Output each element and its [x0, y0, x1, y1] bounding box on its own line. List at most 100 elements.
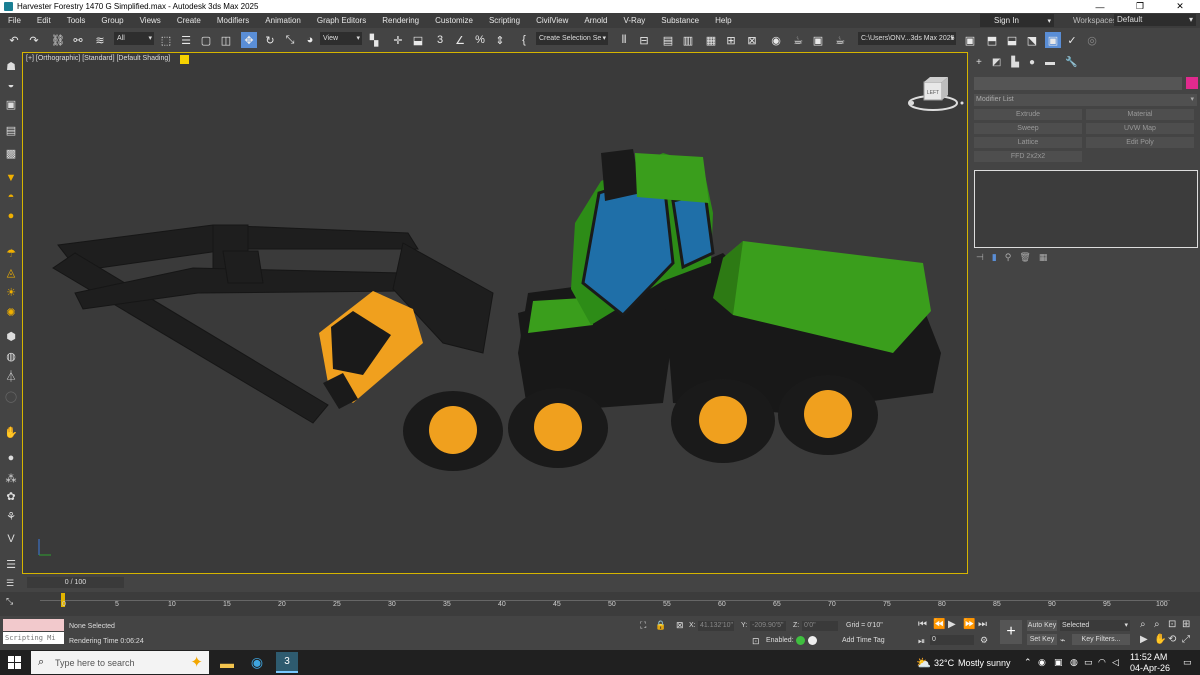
menu-animation[interactable]: Animation [257, 16, 309, 25]
layer-icon[interactable]: ▤ [3, 122, 19, 138]
modifier-extrude-button[interactable]: Extrude [974, 109, 1082, 120]
modifier-ffd-button[interactable]: FFD 2x2x2 [974, 151, 1082, 162]
default-tangents-icon[interactable]: ⌁ [1060, 635, 1065, 646]
field-of-view-icon[interactable]: ▶ [1140, 634, 1148, 645]
modifier-list-dropdown[interactable]: Modifier List [974, 94, 1197, 106]
clock-time[interactable]: 11:52 AM [1130, 652, 1167, 662]
multi-sphere-icon[interactable]: ⁂ [3, 470, 19, 486]
info-icon[interactable] [808, 636, 817, 645]
modifier-stack[interactable] [974, 170, 1198, 248]
percent-snap-icon[interactable]: % [472, 32, 488, 48]
undo-icon[interactable]: ↶ [6, 32, 22, 48]
render-production-icon[interactable]: ☕ [832, 32, 848, 48]
sky-icon[interactable]: ✺ [3, 304, 19, 320]
menu-rendering[interactable]: Rendering [374, 16, 427, 25]
z-coordinate-field[interactable]: 0'0" [802, 621, 838, 631]
current-frame-field[interactable]: 0 [930, 635, 974, 645]
weather-temp[interactable]: 32°C [934, 658, 954, 668]
box-icon[interactable]: ⬢ [3, 328, 19, 344]
sun-icon[interactable]: ☀ [3, 284, 19, 300]
set-keys-button[interactable]: + [1000, 620, 1022, 644]
project-settings-icon[interactable]: ⬓ [1004, 32, 1020, 48]
tree-icon[interactable]: ⏃ [3, 368, 19, 384]
previous-frame-icon[interactable]: ⏪ [933, 619, 945, 630]
y-coordinate-field[interactable]: -209.90'5" [750, 621, 786, 631]
go-to-end-icon[interactable]: ⏭ [978, 619, 987, 630]
unlink-icon[interactable]: ⚯ [70, 32, 86, 48]
timeline-menu-icon[interactable]: ☰ [6, 578, 14, 589]
menu-views[interactable]: Views [132, 16, 169, 25]
lamp-icon[interactable]: ▼ [3, 170, 19, 186]
ies-light-icon[interactable]: ◬ [3, 264, 19, 280]
time-config-icon[interactable]: ⚙ [980, 635, 988, 646]
pan-icon[interactable]: ✋ [1154, 634, 1166, 645]
go-to-start-icon[interactable]: ⏮ [918, 619, 927, 630]
clock-date[interactable]: 04-Apr-26 [1130, 663, 1170, 673]
pin-stack-icon[interactable]: ⊣ [976, 252, 984, 263]
zoom-all-icon[interactable]: ⌕ [1154, 619, 1160, 630]
hierarchy-icon[interactable]: ▣ [3, 96, 19, 112]
modify-icon[interactable]: ◒ [3, 77, 19, 93]
workspace-dropdown[interactable]: Default [1114, 14, 1196, 26]
named-selection-dropdown[interactable]: Create Selection Se [536, 32, 608, 45]
close-button[interactable]: ✕ [1160, 0, 1200, 13]
set-key-button[interactable]: Set Key [1027, 634, 1057, 645]
select-place-icon[interactable]: ◕ [302, 32, 318, 48]
weather-icon[interactable]: ⛅ [916, 656, 931, 670]
scatter-icon[interactable]: ✿ [3, 488, 19, 504]
time-tag-icon[interactable]: ⊡ [752, 636, 760, 647]
time-slider[interactable]: 0 / 100 [27, 577, 124, 588]
orbit-icon[interactable]: ⟲ [1168, 634, 1176, 645]
modifier-material-button[interactable]: Material [1086, 109, 1194, 120]
mirror-icon[interactable]: ⫴ [616, 32, 632, 48]
windows-start-icon[interactable] [8, 656, 21, 669]
play-icon[interactable]: ▶ [948, 619, 956, 630]
menu-scripting[interactable]: Scripting [481, 16, 528, 25]
angle-snap-icon[interactable]: ∠ [452, 32, 468, 48]
schematic-view-icon[interactable]: ⊠ [744, 32, 760, 48]
sign-in-dropdown[interactable]: Sign In [980, 14, 1054, 27]
viewport-layout-icon[interactable]: ▣ [1045, 32, 1061, 48]
snaps-toggle-icon[interactable]: 3 [432, 32, 448, 48]
menu-vray[interactable]: V-Ray [616, 16, 654, 25]
maxscript-mini-input[interactable]: Scripting Mi [3, 632, 64, 644]
project-folder-icon[interactable]: ▣ [962, 32, 978, 48]
enabled-toggle[interactable] [796, 636, 805, 645]
next-frame-icon[interactable]: ⏩ [963, 619, 975, 630]
maximize-button[interactable]: ❐ [1120, 0, 1160, 13]
x-coordinate-field[interactable]: 41.132'10" [698, 621, 734, 631]
check-icon[interactable]: ✓ [1064, 32, 1080, 48]
harvester-model[interactable] [23, 53, 967, 573]
select-by-name-icon[interactable]: ☰ [178, 32, 194, 48]
rect-selection-icon[interactable]: ▢ [198, 32, 214, 48]
sphere-light-icon[interactable]: ● [3, 208, 19, 224]
zoom-icon[interactable]: ⌕ [1140, 619, 1146, 630]
particles-icon[interactable]: ⚘ [3, 508, 19, 524]
vray-logo-icon[interactable]: V [3, 531, 19, 547]
show-end-result-icon[interactable]: ▮ [992, 252, 997, 263]
curve-editor-icon[interactable]: ⊞ [723, 32, 739, 48]
network-icon[interactable]: ◠ [1098, 657, 1106, 668]
mini-curve-editor-icon[interactable]: ⤡ [6, 596, 13, 607]
notifications-icon[interactable]: ▭ [1183, 657, 1192, 668]
select-move-icon[interactable]: ✥ [241, 32, 257, 48]
redo-icon[interactable]: ↷ [26, 32, 42, 48]
material-editor-icon[interactable]: ◉ [768, 32, 784, 48]
set-project-icon[interactable]: ⬒ [984, 32, 1000, 48]
taskbar-search-box[interactable]: ⌕ Type here to search ✦ [31, 651, 209, 674]
rendered-frame-icon[interactable]: ▣ [810, 32, 826, 48]
settings-ring-icon[interactable]: ◎ [1084, 32, 1100, 48]
spot-light-icon[interactable]: ☂ [3, 245, 19, 261]
maxscript-listener[interactable] [3, 619, 64, 631]
file-explorer-icon[interactable]: ▬ [216, 652, 238, 673]
modify-tab-icon[interactable]: ◩ [992, 57, 1001, 71]
tray-app3-icon[interactable]: ◍ [1070, 657, 1078, 668]
select-object-icon[interactable]: ⬚ [158, 32, 174, 48]
track-bar[interactable]: ⤡ 0 5 10 15 20 25 30 35 40 45 50 55 60 6… [0, 592, 1200, 616]
bind-spacewarp-icon[interactable]: ≋ [92, 32, 108, 48]
toggle-ribbon-icon[interactable]: ▦ [703, 32, 719, 48]
utilities-tab-icon[interactable]: 🔧 [1065, 57, 1077, 71]
create-icon[interactable]: ☗ [3, 58, 19, 74]
layer-explorer-icon[interactable]: ▥ [680, 32, 696, 48]
menu-help[interactable]: Help [707, 16, 739, 25]
